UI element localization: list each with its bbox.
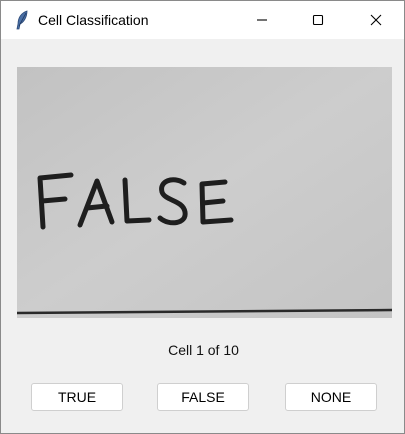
true-button[interactable]: TRUE xyxy=(31,383,123,411)
title-bar[interactable]: Cell Classification xyxy=(1,1,404,39)
none-button[interactable]: NONE xyxy=(285,383,377,411)
cell-counter: Cell 1 of 10 xyxy=(168,342,239,358)
feather-icon xyxy=(15,10,29,30)
maximize-button[interactable] xyxy=(295,1,341,39)
cell-image xyxy=(17,67,392,318)
close-icon xyxy=(370,14,382,26)
close-button[interactable] xyxy=(353,1,399,39)
minimize-button[interactable] xyxy=(239,1,285,39)
maximize-icon xyxy=(312,14,324,26)
minimize-icon xyxy=(256,14,268,26)
false-button[interactable]: FALSE xyxy=(157,383,249,411)
cell-image-canvas xyxy=(17,67,392,318)
window-title: Cell Classification xyxy=(38,12,149,28)
app-window: Cell Classification Cell 1 of 10 TRUE FA… xyxy=(0,0,405,434)
